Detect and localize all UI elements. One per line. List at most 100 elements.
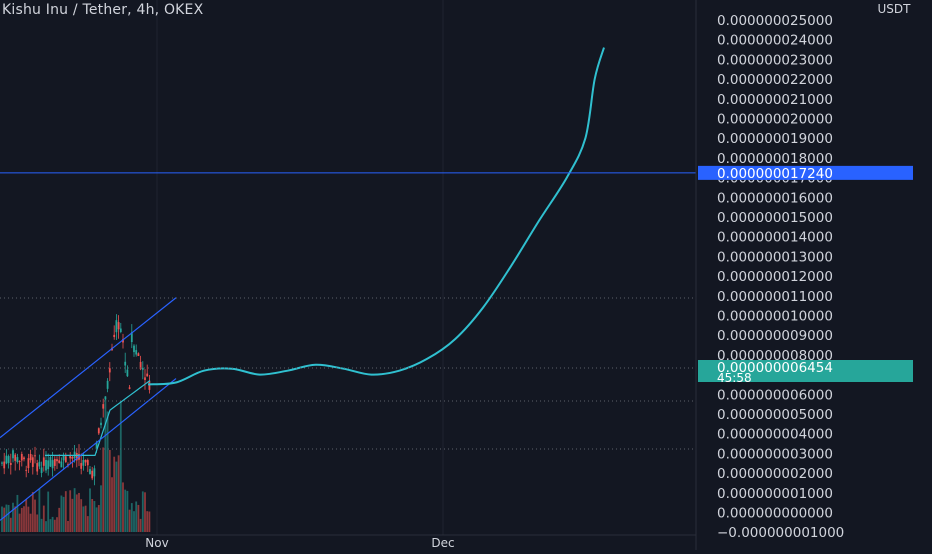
candle-body: [89, 469, 91, 475]
candle-body: [31, 457, 34, 467]
y-tick-label: 0.000000016000: [717, 190, 833, 206]
symbol-title: Kishu Inu / Tether, 4h, OKEX: [2, 2, 204, 18]
volume-bar: [38, 488, 41, 532]
candle-body: [135, 350, 138, 355]
x-tick-label: Nov: [145, 536, 168, 550]
volume-bar: [106, 411, 109, 532]
candle-body: [9, 462, 12, 465]
candle-body: [53, 458, 56, 466]
y-tick-label: 0.000000000000: [717, 506, 833, 522]
currency-label: USDT: [878, 2, 912, 16]
volume-bar: [23, 506, 25, 532]
candle-body: [71, 457, 74, 459]
volume-bar: [14, 506, 17, 532]
volume-bar: [73, 488, 76, 532]
grid-layer: [156, 0, 444, 535]
hline-price-label: 0.000000017240: [717, 166, 833, 182]
candle-body: [146, 373, 149, 377]
candle-body: [108, 368, 111, 373]
candle-body: [23, 457, 25, 460]
candle-body: [80, 463, 83, 469]
candle-body: [126, 369, 129, 377]
candle-body: [137, 353, 140, 357]
volume-bar: [27, 506, 30, 532]
candle-body: [128, 387, 131, 389]
candle-body: [124, 361, 127, 366]
volume-bar: [56, 517, 58, 532]
volume-bar: [135, 501, 138, 532]
candle-body: [106, 380, 109, 389]
volume-bar: [117, 455, 120, 532]
volume-bar: [75, 494, 78, 532]
volume-bar: [60, 495, 63, 532]
volume-bar: [91, 498, 94, 532]
projection-path[interactable]: [147, 47, 605, 386]
candle-body: [86, 460, 89, 466]
volume-bar: [108, 449, 111, 532]
candle-body: [93, 468, 96, 477]
volume-bar: [64, 491, 67, 532]
candle-body: [27, 458, 30, 469]
candle-body: [102, 404, 105, 409]
volume-bar: [47, 491, 50, 532]
candle-body: [51, 460, 54, 469]
projection-curve[interactable]: [147, 47, 605, 386]
y-tick-label: −0.000000001000: [717, 525, 844, 541]
volume-bar: [86, 516, 89, 532]
volume-bar: [115, 461, 118, 532]
volume-bar: [51, 516, 54, 532]
y-tick-label: 0.000000020000: [717, 112, 833, 128]
axes-layer: 0.000000025000 0.000000024000 0.0000000230…: [0, 0, 913, 550]
volume-bar: [84, 505, 87, 532]
volume-bar: [124, 489, 127, 532]
candle-body: [36, 463, 39, 472]
volume-bar: [111, 477, 113, 532]
candle-body: [20, 453, 23, 461]
candle-body: [117, 322, 120, 330]
countdown-label: 45:58: [717, 371, 752, 385]
candle-body: [115, 320, 118, 333]
volume-bar: [97, 505, 100, 532]
x-tick-label: Dec: [431, 536, 454, 550]
candle-body: [1, 462, 3, 464]
candle-body: [25, 469, 28, 471]
volume-bar: [146, 511, 149, 532]
candle-body: [104, 396, 107, 400]
volume-bar: [29, 513, 32, 532]
volume-bar: [82, 506, 85, 532]
candle-body: [100, 422, 102, 426]
volume-bar: [34, 499, 36, 532]
volume-bar: [18, 513, 21, 532]
volume-bar: [126, 490, 129, 532]
volume-bar: [9, 517, 12, 532]
volume-bar: [139, 518, 142, 532]
y-tick-label: 0.000000025000: [717, 13, 833, 29]
price-chart[interactable]: 0.000000025000 0.000000024000 0.0000000230…: [0, 0, 932, 550]
volume-bar: [80, 499, 83, 532]
candle-body: [97, 428, 100, 434]
volume-bar: [119, 401, 122, 532]
volume-bar: [100, 485, 102, 532]
volume-bar: [130, 503, 133, 532]
y-tick-label: 0.000000001000: [717, 486, 833, 502]
y-tick-label: 0.000000013000: [717, 249, 833, 265]
candle-body: [82, 460, 85, 466]
volume-bar: [31, 491, 34, 532]
volume-bar: [36, 514, 39, 532]
candle-body: [58, 460, 61, 463]
volume-bar: [144, 492, 146, 532]
candle-body: [5, 455, 8, 464]
volume-bar: [148, 511, 151, 532]
candle-body: [148, 381, 151, 390]
channel-drawing[interactable]: [0, 297, 177, 521]
chart-stage[interactable]: 0.000000025000 0.000000024000 0.0000000230…: [0, 0, 932, 550]
candle-body: [7, 456, 10, 463]
volume-bar: [67, 520, 69, 532]
volume-bar: [3, 507, 6, 532]
volume-bar: [16, 494, 19, 532]
volume-bar: [5, 504, 8, 532]
candle-body: [3, 461, 6, 469]
y-tick-label: 0.000000023000: [717, 52, 833, 68]
candle-body: [14, 454, 17, 461]
y-tick-label: 0.000000002000: [717, 466, 833, 482]
